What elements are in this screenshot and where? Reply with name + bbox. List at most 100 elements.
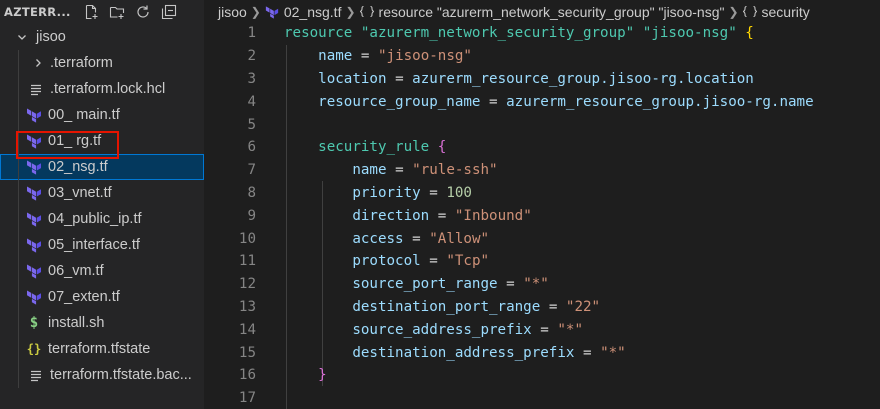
file-label: 04_public_ip.tf xyxy=(48,211,142,227)
terraform-icon xyxy=(26,133,42,149)
code-token: = xyxy=(506,276,515,293)
file-label: 07_exten.tf xyxy=(48,289,120,305)
file-02-nsg-tf[interactable]: 02_nsg.tf xyxy=(0,154,204,180)
line-number: 13 xyxy=(238,298,256,315)
chevron-down-icon xyxy=(14,31,30,43)
code-token: "Allow" xyxy=(429,230,490,247)
code-token: = xyxy=(429,184,438,201)
breadcrumb-child[interactable]: security xyxy=(742,4,810,20)
file-label: 03_vnet.tf xyxy=(48,185,112,201)
indent-guide xyxy=(18,284,19,310)
line-number: 8 xyxy=(247,184,256,201)
code-token: destination_port_range xyxy=(352,298,541,315)
code-line: 12 source_port_range = "*" xyxy=(204,273,880,296)
file-05-interface-tf[interactable]: 05_interface.tf xyxy=(0,232,204,258)
code-token: } xyxy=(318,367,327,384)
terraform-icon xyxy=(265,6,278,19)
line-number: 12 xyxy=(238,276,256,293)
file-03-vnet-tf[interactable]: 03_vnet.tf xyxy=(0,180,204,206)
indent-guide xyxy=(18,76,19,102)
code-line: 5 xyxy=(204,113,880,136)
code-line: 7 name = "rule-ssh" xyxy=(204,159,880,182)
breadcrumb-symbol-label: resource "azurerm_network_security_group… xyxy=(378,4,725,20)
symbol-structure-icon xyxy=(359,5,374,18)
code-token: priority xyxy=(352,184,421,201)
file-00-main-tf[interactable]: 00_ main.tf xyxy=(0,102,204,128)
code-line: 13 destination_port_range = "22" xyxy=(204,296,880,319)
refresh-icon[interactable] xyxy=(133,2,153,22)
new-folder-icon[interactable] xyxy=(107,2,127,22)
folder-dot-terraform[interactable]: .terraform xyxy=(0,50,204,76)
line-number: 3 xyxy=(247,70,256,87)
folder-jisoo[interactable]: jisoo xyxy=(0,24,204,50)
code-token: "*" xyxy=(600,344,626,361)
explorer-sidebar: AZTERR... jisoo .terraform .terraform.lo… xyxy=(0,0,204,409)
indent-guide xyxy=(18,180,19,206)
code-line: 15 destination_address_prefix = "*" xyxy=(204,341,880,364)
indent-guide xyxy=(18,154,19,180)
collapse-all-icon[interactable] xyxy=(159,2,179,22)
line-number: 2 xyxy=(247,48,256,65)
line-number: 14 xyxy=(238,321,256,338)
indent-guide xyxy=(18,362,19,388)
code-token: location xyxy=(318,70,387,87)
code-line: 2 name = "jisoo-nsg" xyxy=(204,45,880,68)
chevron-right-icon: ❯ xyxy=(728,5,739,19)
workspace-title[interactable]: AZTERR... xyxy=(4,5,71,19)
code-area[interactable]: 1 resource "azurerm_network_security_grou… xyxy=(204,22,880,409)
indent-guide xyxy=(18,128,19,154)
code-token: = xyxy=(395,162,404,179)
line-number: 4 xyxy=(247,93,256,110)
code-token: "*" xyxy=(523,276,549,293)
line-number: 7 xyxy=(247,162,256,179)
file-label: install.sh xyxy=(48,315,105,331)
code-editor[interactable]: jisoo ❯ 02_nsg.tf ❯ resource "azurerm_ne… xyxy=(204,0,880,409)
file-label: .terraform.lock.hcl xyxy=(50,81,166,97)
line-number: 16 xyxy=(238,367,256,384)
symbol-structure-icon xyxy=(742,5,757,18)
file-01-rg-tf[interactable]: 01_ rg.tf xyxy=(0,128,204,154)
code-token: name xyxy=(352,162,387,179)
file-label: terraform.tfstate.bac... xyxy=(50,367,192,383)
code-token: name xyxy=(318,48,353,65)
code-token: destination_address_prefix xyxy=(352,344,575,361)
chevron-right-icon: ❯ xyxy=(345,5,356,19)
code-line: 9 direction = "Inbound" xyxy=(204,204,880,227)
terraform-icon xyxy=(26,107,42,123)
terraform-icon xyxy=(26,159,42,175)
line-number: 6 xyxy=(247,139,256,156)
indent-guide xyxy=(18,232,19,258)
code-token: "Inbound" xyxy=(454,207,532,224)
code-token: = xyxy=(582,344,592,361)
terraform-icon xyxy=(26,185,42,201)
code-line: 8 priority = 100 xyxy=(204,182,880,205)
code-line: 1 resource "azurerm_network_security_grou… xyxy=(204,22,880,45)
file-terraform-lock-hcl[interactable]: .terraform.lock.hcl xyxy=(0,76,204,102)
line-number: 1 xyxy=(247,25,256,42)
breadcrumb-folder[interactable]: jisoo xyxy=(218,4,247,20)
code-token: = xyxy=(540,321,549,338)
code-token: { xyxy=(437,139,447,156)
chevron-right-icon: ❯ xyxy=(250,5,261,19)
code-line: 16 } xyxy=(204,364,880,387)
file-tree: jisoo .terraform .terraform.lock.hcl 00_… xyxy=(0,24,204,388)
code-token: "jisoo-nsg" xyxy=(642,25,737,42)
breadcrumb-file[interactable]: 02_nsg.tf xyxy=(265,4,341,20)
file-install-sh[interactable]: $ install.sh xyxy=(0,310,204,336)
file-06-vm-tf[interactable]: 06_vm.tf xyxy=(0,258,204,284)
code-line: 3 location = azurerm_resource_group.jiso… xyxy=(204,68,880,91)
breadcrumb-symbol[interactable]: resource "azurerm_network_security_group… xyxy=(359,4,725,20)
indent-guide xyxy=(18,310,19,336)
braces-icon: {} xyxy=(26,342,42,356)
file-terraform-tfstate[interactable]: {} terraform.tfstate xyxy=(0,336,204,362)
line-number: 15 xyxy=(238,344,256,361)
file-label: 00_ main.tf xyxy=(48,107,120,123)
code-token: 100 xyxy=(446,184,472,201)
code-line: 10 access = "Allow" xyxy=(204,227,880,250)
file-07-exten-tf[interactable]: 07_exten.tf xyxy=(0,284,204,310)
new-file-icon[interactable] xyxy=(81,2,101,22)
code-token: access xyxy=(352,230,404,247)
file-04-public-ip-tf[interactable]: 04_public_ip.tf xyxy=(0,206,204,232)
code-token: "*" xyxy=(557,321,583,338)
file-terraform-tfstate-backup[interactable]: terraform.tfstate.bac... xyxy=(0,362,204,388)
